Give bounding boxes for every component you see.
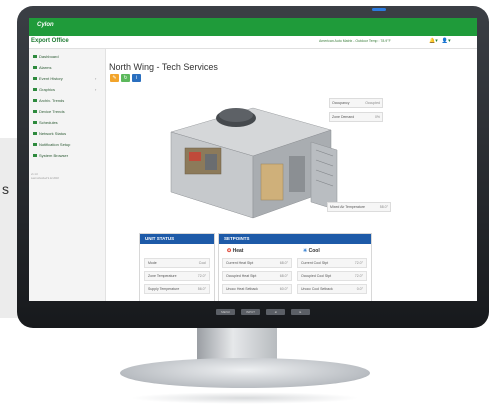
calendar-icon	[33, 121, 37, 125]
sidebar-item-schedules[interactable]: Schedules	[33, 120, 58, 126]
heat-setpoint-row: Occupied Heat Stpt 68.0°	[222, 271, 292, 281]
cool-setpoint-row: Current Cool Stpt 72.0°	[297, 258, 367, 268]
heat-label: Heat	[232, 248, 244, 254]
edit-button[interactable]: ✎	[110, 74, 119, 82]
toolbar-icons: 🔔▾ 👤▾	[429, 38, 451, 44]
sidebar-item-label: Device Trends	[39, 109, 65, 114]
sidebar-item-alarms[interactable]: Alarms	[33, 65, 51, 71]
page-title: North Wing - Tech Services	[109, 62, 218, 72]
heat-header: ✪ Heat	[227, 248, 243, 254]
unit-status-card: UNIT STATUS Mode Cool Zone Temperature 72.…	[139, 233, 215, 301]
chevron-right-icon: ›	[95, 87, 97, 92]
cool-setpoint-row: Unocc Cool Setback 0.0°	[297, 284, 367, 294]
history-icon	[33, 77, 37, 81]
trend-icon	[33, 110, 37, 114]
mixed-air-temp-value: Mixed Air Temperature 58.0°	[327, 202, 391, 212]
sidebar-item-label: Notification Setup	[39, 142, 71, 147]
right-button[interactable]: ►	[291, 309, 310, 315]
cool-setpoint-row: Occupied Cool Stpt 72.0°	[297, 271, 367, 281]
sub-header: Export Office American Auto Matrix - Out…	[29, 36, 477, 49]
monitor-buttons: MENU INPUT ◄ ►	[216, 309, 310, 315]
zone-demand-value: Zone Demand 0%	[329, 112, 383, 122]
sidebar-item-label: Network Status	[39, 131, 67, 136]
cool-label: Cool	[308, 248, 320, 254]
unit-status-row: Zone Temperature 72.0°	[144, 271, 210, 281]
sidebar-item-label: System Browser	[39, 153, 69, 158]
sidebar: Dashboard Alarms Event History › Graphics…	[29, 49, 106, 301]
pencil-icon: ✎	[112, 75, 117, 81]
refresh-icon: ↻	[123, 75, 128, 81]
unit-status-row: Supply Temperature 56.0°	[144, 284, 210, 294]
unit-status-title: UNIT STATUS	[140, 234, 214, 244]
setpoints-card: SETPOINTS ✪ Heat ✳ Cool Current Heat Stp…	[218, 233, 372, 301]
info-icon: i	[135, 75, 138, 81]
refresh-button[interactable]: ↻	[121, 74, 130, 82]
heat-setpoint-row: Current Heat Stpt 68.0°	[222, 258, 292, 268]
bell-icon[interactable]: 🔔▾	[429, 38, 438, 44]
version-line: Last refreshed 9.12.2018	[31, 176, 59, 180]
graphics-icon	[33, 88, 37, 92]
app-header: Cylon	[29, 18, 477, 36]
outdoor-temp-status: American Auto Matrix - Outdoor Temp : 78…	[319, 39, 391, 43]
sidebar-item-system-browser[interactable]: System Browser	[33, 153, 68, 159]
sidebar-item-dashboard[interactable]: Dashboard	[33, 54, 59, 60]
site-name[interactable]: Export Office	[31, 38, 69, 44]
sidebar-item-notification-setup[interactable]: Notification Setup	[33, 142, 70, 148]
rooftop-unit-image	[170, 107, 338, 219]
heat-setpoint-row: Unocc Heat Setback 60.0°	[222, 284, 292, 294]
monitor-stand-base	[120, 358, 370, 388]
network-icon	[33, 132, 37, 136]
input-button[interactable]: INPUT	[241, 309, 260, 315]
setpoints-title: SETPOINTS	[219, 234, 371, 244]
unit-status-row: Mode Cool	[144, 258, 210, 268]
browser-icon	[33, 154, 37, 158]
info-button[interactable]: i	[132, 74, 141, 82]
power-led	[372, 8, 386, 11]
sidebar-item-event-history[interactable]: Event History ›	[33, 76, 96, 82]
trend-icon	[33, 99, 37, 103]
notification-icon	[33, 143, 37, 147]
stand-reflection	[130, 392, 360, 404]
occupancy-value: Occupancy Occupied	[329, 98, 383, 108]
sidebar-item-label: Alarms	[39, 65, 52, 70]
user-icon[interactable]: 👤▾	[442, 38, 451, 44]
flame-icon: ✪	[227, 248, 232, 254]
sidebar-item-graphics[interactable]: Graphics ›	[33, 87, 96, 93]
app-logo[interactable]: Cylon	[37, 22, 54, 28]
monitor-screen: Cylon Export Office American Auto Matrix…	[29, 18, 477, 301]
sidebar-item-archiv-trends[interactable]: Archiv. Trends	[33, 98, 64, 104]
sidebar-item-label: Schedules	[39, 120, 58, 125]
sidebar-item-label: Dashboard	[39, 54, 59, 59]
version-info: v1.1.0 Last refreshed 9.12.2018	[31, 173, 59, 180]
sidebar-item-device-trends[interactable]: Device Trends	[33, 109, 65, 115]
left-button[interactable]: ◄	[266, 309, 285, 315]
chevron-right-icon: ›	[95, 76, 97, 81]
dashboard-icon	[33, 55, 37, 59]
sidebar-item-label: Event History	[39, 76, 63, 81]
snowflake-icon: ✳	[303, 248, 308, 254]
sidebar-item-network-status[interactable]: Network Status	[33, 131, 66, 137]
side-glyph: s	[2, 181, 9, 197]
alarm-icon	[33, 66, 37, 70]
sidebar-item-label: Archiv. Trends	[39, 98, 65, 103]
menu-button[interactable]: MENU	[216, 309, 235, 315]
cool-header: ✳ Cool	[303, 248, 320, 254]
sidebar-item-label: Graphics	[39, 87, 56, 92]
